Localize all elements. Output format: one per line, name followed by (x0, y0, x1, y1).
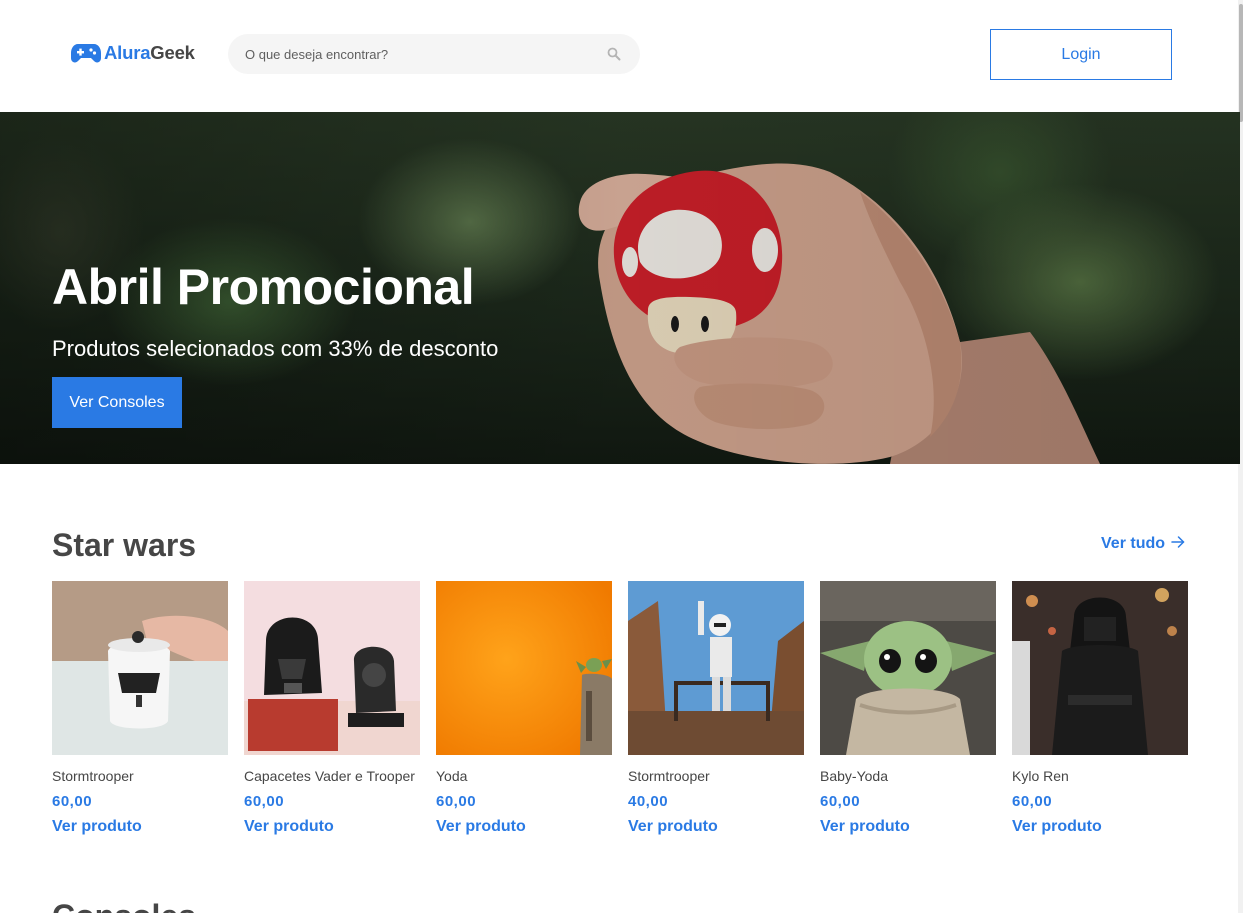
product-image-stormtrooper-mug[interactable] (52, 581, 228, 755)
search-icon[interactable] (607, 47, 621, 61)
product-price: 60,00 (52, 793, 93, 810)
search-bar (228, 34, 640, 74)
product-name: Baby-Yoda (820, 768, 888, 784)
view-product-link[interactable]: Ver produto (52, 818, 228, 836)
product-card[interactable]: Stormtrooper 40,00 Ver produto (628, 581, 804, 836)
site-header: AluraGeek Login (0, 0, 1243, 112)
product-name: Kylo Ren (1012, 768, 1069, 784)
arrow-right-icon (1171, 535, 1185, 553)
product-name: Stormtrooper (52, 768, 134, 784)
product-price: 60,00 (436, 793, 477, 810)
product-price: 40,00 (628, 793, 669, 810)
view-product-link[interactable]: Ver produto (436, 818, 612, 836)
product-card[interactable]: Capacetes Vader e Trooper 60,00 Ver prod… (244, 581, 420, 836)
hero-subtitle: Produtos selecionados com 33% de descont… (52, 336, 499, 361)
section-title: Star wars (52, 527, 197, 563)
logo-text-part2: Geek (150, 42, 195, 63)
product-image-yoda[interactable] (436, 581, 612, 755)
hero-banner: Abril Promocional Produtos selecionados … (0, 112, 1240, 464)
product-image-kylo-ren[interactable] (1012, 581, 1188, 755)
gamepad-icon (71, 42, 101, 64)
login-button[interactable]: Login (990, 29, 1172, 80)
product-price: 60,00 (820, 793, 861, 810)
view-product-link[interactable]: Ver produto (244, 818, 420, 836)
search-input[interactable] (228, 34, 588, 74)
product-card[interactable]: Yoda 60,00 Ver produto (436, 581, 612, 836)
view-consoles-button[interactable]: Ver Consoles (52, 377, 182, 428)
product-card[interactable]: Stormtrooper 60,00 Ver produto (52, 581, 228, 836)
product-grid: Stormtrooper 60,00 Ver produto Capacetes… (52, 581, 1188, 836)
hero-title: Abril Promocional (52, 259, 475, 315)
product-image-baby-yoda[interactable] (820, 581, 996, 755)
product-name: Stormtrooper (628, 768, 710, 784)
logo-text-part1: Alura (104, 42, 151, 63)
product-image-stormtrooper-figure[interactable] (628, 581, 804, 755)
scrollbar-thumb[interactable] (1239, 4, 1243, 122)
next-section-title: Consoles (52, 898, 196, 913)
product-price: 60,00 (1012, 793, 1053, 810)
product-name: Capacetes Vader e Trooper (244, 768, 415, 784)
view-product-link[interactable]: Ver produto (820, 818, 996, 836)
logo[interactable]: AluraGeek (71, 38, 195, 68)
view-product-link[interactable]: Ver produto (628, 818, 804, 836)
product-price: 60,00 (244, 793, 285, 810)
view-product-link[interactable]: Ver produto (1012, 818, 1188, 836)
product-card[interactable]: Baby-Yoda 60,00 Ver produto (820, 581, 996, 836)
product-name: Yoda (436, 768, 468, 784)
product-card[interactable]: Kylo Ren 60,00 Ver produto (1012, 581, 1188, 836)
see-all-link[interactable]: Ver tudo (1101, 535, 1185, 553)
product-image-vader-helmets[interactable] (244, 581, 420, 755)
see-all-label: Ver tudo (1101, 535, 1166, 552)
logo-text: AluraGeek (104, 42, 195, 64)
